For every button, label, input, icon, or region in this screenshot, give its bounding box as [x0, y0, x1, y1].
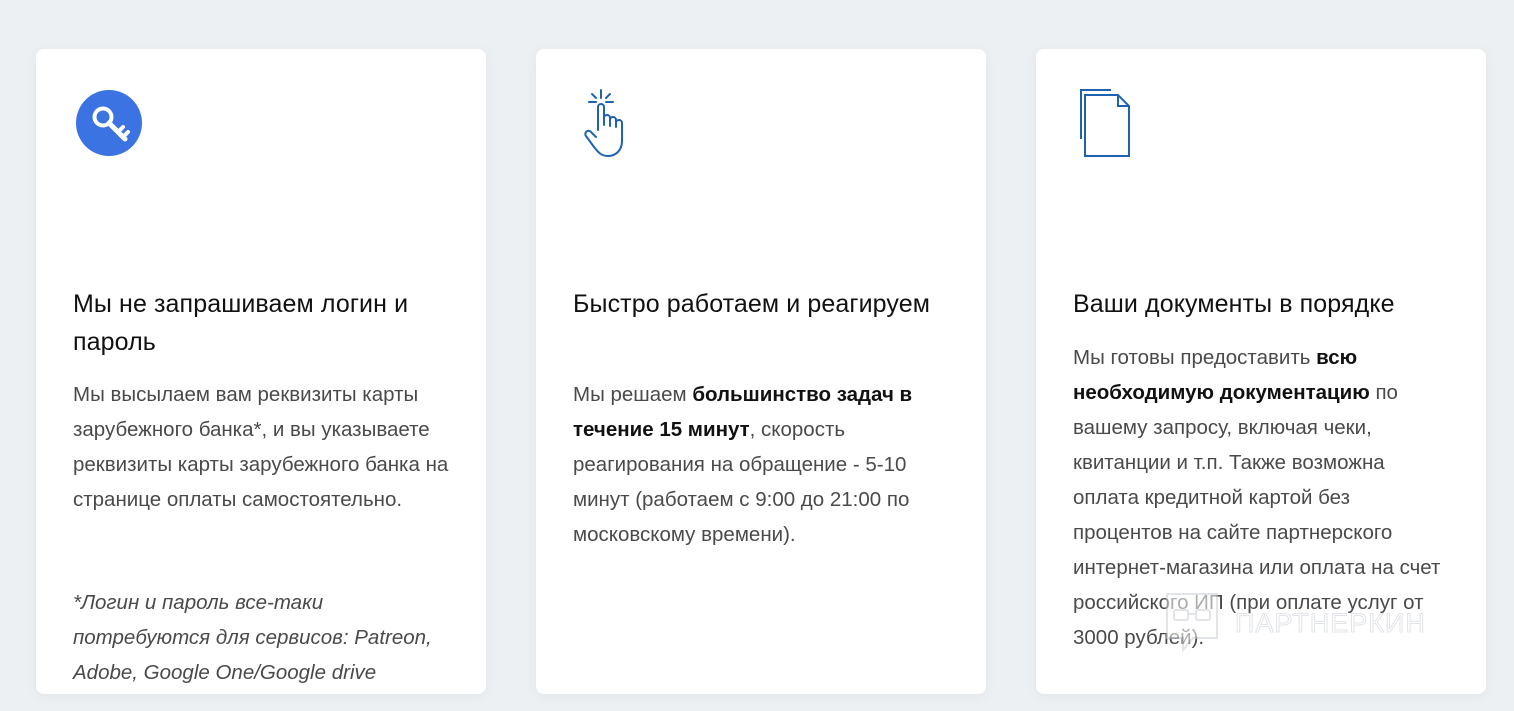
- glasses-chat-logo-icon: [1166, 593, 1218, 653]
- card-title: Мы не запрашиваем логин и пароль: [73, 290, 409, 356]
- card-title: Быстро работаем и реагируем: [573, 290, 931, 318]
- documents-icon: [1073, 87, 1153, 167]
- feature-card-speed: Быстро работаем и реагируем Мы решаем бо…: [536, 49, 986, 694]
- watermark: ПАРТНЕРКИН: [1163, 590, 1426, 656]
- text-part: Мы решаем: [573, 383, 693, 406]
- key-icon: [73, 87, 153, 167]
- watermark-text: ПАРТНЕРКИН: [1235, 607, 1426, 638]
- card-description: Мы высылаем вам реквизиты карты зарубежн…: [73, 383, 449, 511]
- feature-card-credentials: Мы не запрашиваем логин и пароль Мы высы…: [36, 49, 486, 694]
- card-description: Мы решаем большинство задач в течение 15…: [573, 377, 950, 552]
- text-part: Мы готовы предоставить: [1073, 346, 1317, 369]
- tap-hand-icon: [573, 87, 653, 167]
- card-footnote: *Логин и пароль все-таки потребуются для…: [73, 591, 432, 684]
- card-title: Ваши документы в порядке: [1073, 290, 1395, 318]
